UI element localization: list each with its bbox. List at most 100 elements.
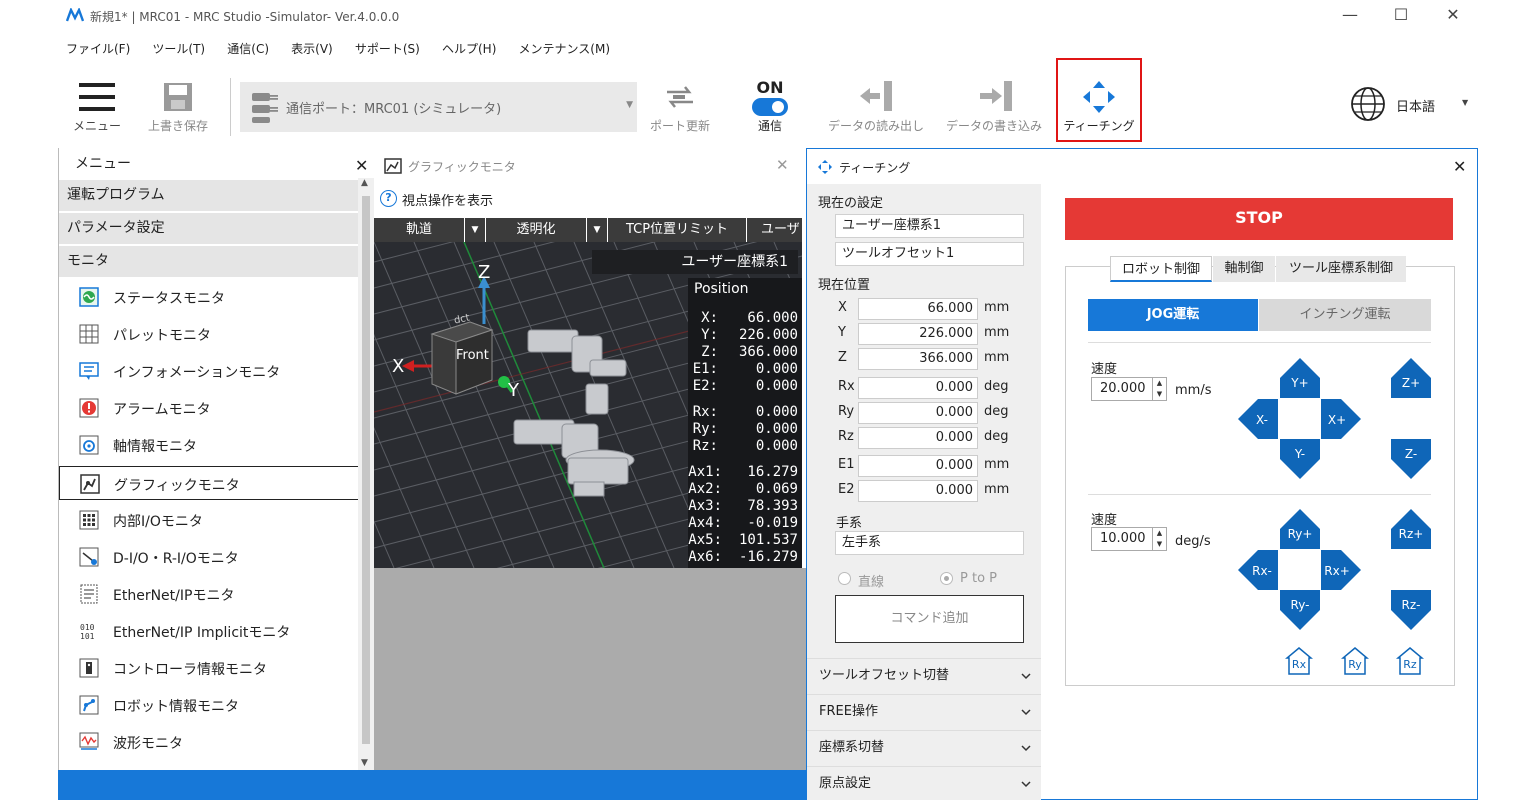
tab-tool-coord-control[interactable]: ツール座標系制御 bbox=[1276, 256, 1406, 282]
menu-item-robot-info-monitor[interactable]: ロボット情報モニタ bbox=[59, 688, 359, 722]
jog-y-minus-button[interactable]: Y- bbox=[1279, 438, 1321, 480]
home-rz-button[interactable]: Rz bbox=[1395, 646, 1425, 676]
data-write-button[interactable]: データの書き込み bbox=[946, 80, 1042, 134]
transparency-label: 透明化 bbox=[516, 222, 556, 237]
tool-offset-field: ツールオフセット1 bbox=[835, 242, 1024, 266]
menu-maintenance[interactable]: メンテナンス(M) bbox=[519, 40, 610, 57]
transparency-dropdown-icon[interactable]: ▼ bbox=[587, 218, 607, 242]
menu-panel-close-icon[interactable]: ✕ bbox=[355, 156, 368, 175]
accordion-coord-switch[interactable]: 座標系切替 bbox=[807, 730, 1041, 766]
jog-z-minus-button[interactable]: Z- bbox=[1390, 438, 1432, 480]
accordion-tool-offset[interactable]: ツールオフセット切替 bbox=[807, 658, 1041, 694]
scroll-up-icon[interactable]: ▲ bbox=[361, 178, 368, 188]
menu-item-dio-rio-monitor[interactable]: D-I/O・R-I/Oモニタ bbox=[59, 540, 359, 574]
menu-item-status-monitor[interactable]: ステータスモニタ bbox=[59, 280, 359, 314]
user-button[interactable]: ユーザ bbox=[747, 218, 802, 242]
tcp-limit-button[interactable]: TCP位置リミット bbox=[608, 218, 746, 242]
minimize-button[interactable]: — bbox=[1338, 4, 1362, 26]
jog-rx-minus-button[interactable]: Rx- bbox=[1237, 549, 1279, 591]
menu-view[interactable]: 表示(V) bbox=[291, 40, 333, 57]
menu-item-ethernetip-monitor[interactable]: EtherNet/IPモニタ bbox=[59, 577, 359, 611]
spinner-arrows-icon[interactable]: ▲ ▼ bbox=[1152, 378, 1166, 400]
jog-mode-button[interactable]: JOG運転 bbox=[1088, 299, 1258, 331]
jog-y-plus-button[interactable]: Y+ bbox=[1279, 357, 1321, 399]
scroll-down-icon[interactable]: ▼ bbox=[361, 758, 368, 768]
jog-label: X+ bbox=[1327, 413, 1347, 427]
menu-help[interactable]: ヘルプ(H) bbox=[442, 40, 496, 57]
jog-ry-plus-button[interactable]: Ry+ bbox=[1279, 508, 1321, 550]
position-row: X: 66.000 bbox=[688, 310, 798, 326]
position-value: 66.000 bbox=[747, 310, 798, 326]
spinner-arrows-icon[interactable]: ▲ ▼ bbox=[1152, 528, 1166, 550]
data-read-label: データの読み出し bbox=[828, 119, 925, 133]
menu-item-information-monitor[interactable]: インフォメーションモニタ bbox=[59, 354, 359, 388]
maximize-button[interactable]: ☐ bbox=[1389, 4, 1413, 26]
axis-label: Z bbox=[838, 350, 847, 365]
menu-tool[interactable]: ツール(T) bbox=[152, 40, 205, 57]
menu-item-waveform-monitor[interactable]: 波形モニタ bbox=[59, 725, 359, 759]
accordion-origin-setting[interactable]: 原点設定 bbox=[807, 766, 1041, 800]
inching-mode-button[interactable]: インチング運転 bbox=[1259, 299, 1431, 331]
menu-item-label: 内部I/Oモニタ bbox=[113, 514, 203, 530]
menu-item-label: 波形モニタ bbox=[113, 736, 183, 752]
category-monitor[interactable]: モニタ bbox=[59, 246, 359, 277]
port-select[interactable]: 通信ポート：MRC01 (シミュレータ) ▼ bbox=[240, 82, 637, 132]
position-key: X: bbox=[701, 310, 718, 326]
3d-viewport[interactable]: Z X Y Front dct ユーザー座標系1 Position X: 66.0… bbox=[374, 242, 802, 568]
comm-toggle[interactable]: ON 通信 bbox=[740, 78, 800, 134]
speed-linear-spinner[interactable]: 20.000 ▲ ▼ bbox=[1091, 377, 1167, 401]
jog-x-minus-button[interactable]: X- bbox=[1237, 398, 1279, 440]
menu-item-controller-info-monitor[interactable]: コントローラ情報モニタ bbox=[59, 651, 359, 685]
position-value-field: 0.000 bbox=[858, 377, 978, 399]
menu-file[interactable]: ファイル(F) bbox=[66, 40, 130, 57]
jog-rz-plus-button[interactable]: Rz+ bbox=[1390, 508, 1432, 550]
jog-rx-plus-button[interactable]: Rx+ bbox=[1320, 549, 1362, 591]
caret-down-icon: ▼ bbox=[1462, 98, 1469, 107]
home-ry-button[interactable]: Ry bbox=[1340, 646, 1370, 676]
ethernetip-icon bbox=[80, 584, 98, 604]
menu-item-axis-monitor[interactable]: 軸情報モニタ bbox=[59, 428, 359, 462]
menu-item-pallet-monitor[interactable]: パレットモニタ bbox=[59, 317, 359, 351]
language-select[interactable]: 日本語 ▼ bbox=[1350, 86, 1474, 122]
chevron-down-icon bbox=[1021, 745, 1031, 752]
refresh-icon bbox=[667, 86, 693, 108]
menu-support[interactable]: サポート(S) bbox=[355, 40, 420, 57]
transparency-button[interactable]: 透明化 bbox=[486, 218, 586, 242]
menu-item-alarm-monitor[interactable]: アラームモニタ bbox=[59, 391, 359, 425]
menu-toggle-button[interactable]: メニュー bbox=[72, 80, 122, 134]
jog-rz-minus-button[interactable]: Rz- bbox=[1390, 589, 1432, 631]
speed-rotation-value: 10.000 bbox=[1100, 531, 1146, 546]
trajectory-button[interactable]: 軌道 bbox=[374, 218, 464, 242]
stop-button[interactable]: STOP bbox=[1065, 198, 1453, 240]
view-cube-front-label[interactable]: Front bbox=[456, 348, 489, 363]
close-button[interactable]: ✕ bbox=[1441, 4, 1465, 26]
data-read-button[interactable]: データの読み出し bbox=[828, 80, 924, 134]
position-row: Ax6: -16.279 bbox=[688, 549, 798, 565]
home-rx-button[interactable]: Rx bbox=[1284, 646, 1314, 676]
speed-rotation-spinner[interactable]: 10.000 ▲ ▼ bbox=[1091, 527, 1167, 551]
menu-item-graphic-monitor[interactable]: グラフィックモニタ bbox=[59, 466, 359, 500]
menu-item-ethernetip-implicit-monitor[interactable]: 010 101 EtherNet/IP Implicitモニタ bbox=[59, 614, 359, 648]
tab-robot-control[interactable]: ロボット制御 bbox=[1110, 256, 1212, 282]
jog-z-plus-button[interactable]: Z+ bbox=[1390, 357, 1432, 399]
port-refresh-button[interactable]: ポート更新 bbox=[646, 80, 714, 134]
scrollbar-thumb[interactable] bbox=[362, 196, 370, 744]
menu-item-internal-io-monitor[interactable]: 内部I/Oモニタ bbox=[59, 503, 359, 537]
add-command-button[interactable]: コマンド追加 bbox=[835, 595, 1024, 643]
menu-panel-scrollbar[interactable]: ▲ ▼ bbox=[358, 178, 374, 770]
category-parameter[interactable]: パラメータ設定 bbox=[59, 213, 359, 244]
position-value: 0.000 bbox=[755, 421, 798, 437]
viewpoint-toggle[interactable]: ? 視点操作を表示 bbox=[380, 188, 580, 210]
tab-axis-control[interactable]: 軸制御 bbox=[1213, 256, 1275, 282]
jog-x-plus-button[interactable]: X+ bbox=[1320, 398, 1362, 440]
waveform-icon bbox=[79, 732, 99, 750]
jog-label: Z- bbox=[1404, 447, 1418, 461]
graphic-monitor-close-icon[interactable]: ✕ bbox=[776, 156, 789, 174]
teaching-close-icon[interactable]: ✕ bbox=[1453, 157, 1466, 176]
jog-ry-minus-button[interactable]: Ry- bbox=[1279, 589, 1321, 631]
category-run-program[interactable]: 運転プログラム bbox=[59, 180, 359, 211]
trajectory-dropdown-icon[interactable]: ▼ bbox=[465, 218, 485, 242]
menu-comm[interactable]: 通信(C) bbox=[227, 40, 269, 57]
accordion-free-operation[interactable]: FREE操作 bbox=[807, 694, 1041, 730]
save-button[interactable]: 上書き保存 bbox=[142, 80, 214, 134]
